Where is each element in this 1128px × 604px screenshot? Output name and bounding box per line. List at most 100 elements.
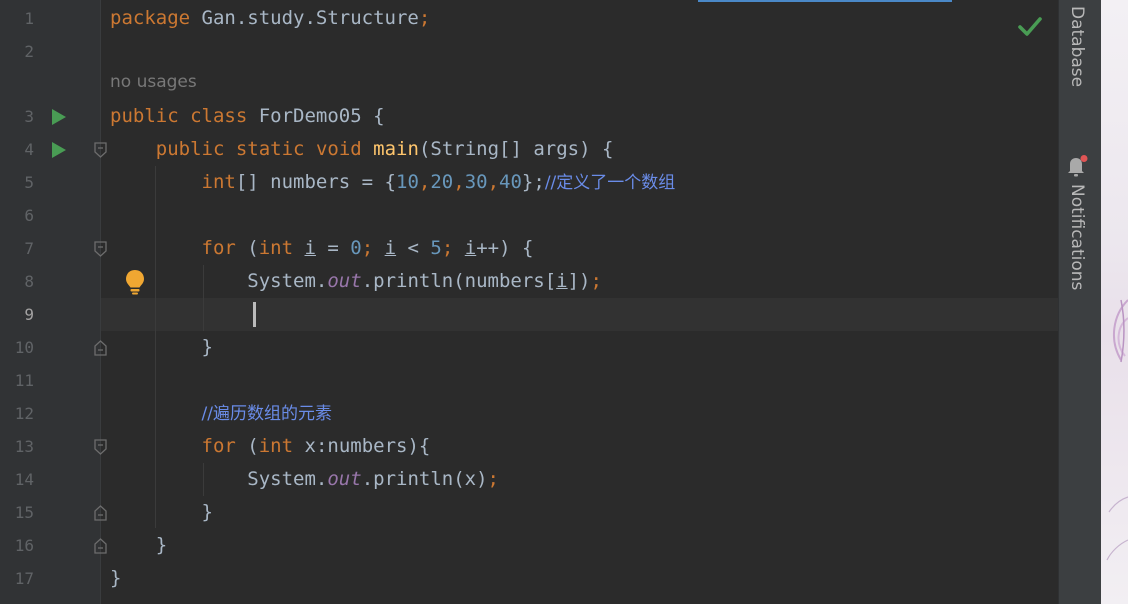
- keyword: public: [110, 105, 179, 127]
- gutter-line: 16: [0, 529, 107, 562]
- code-line-8[interactable]: System.out.println(numbers[i]);: [110, 265, 602, 298]
- line-number: 17: [14, 569, 34, 588]
- line-number: 12: [14, 404, 34, 423]
- code-line-3[interactable]: public class ForDemo05 {: [110, 100, 385, 133]
- code-comment: //遍历数组的元素: [201, 404, 332, 424]
- code-text: ++) {: [476, 237, 534, 259]
- code-line-15[interactable]: }: [110, 496, 213, 529]
- keyword: int: [258, 237, 294, 259]
- static-field: out: [327, 270, 362, 292]
- gutter-line: 9: [0, 298, 101, 331]
- code-line-17[interactable]: }: [110, 562, 121, 595]
- fold-end-icon[interactable]: [94, 505, 107, 521]
- gutter-line: 15: [0, 496, 107, 529]
- gutter-line: 7: [0, 232, 107, 265]
- line-number: 1: [24, 9, 34, 28]
- gutter-line: 6: [0, 199, 101, 232]
- run-gutter-icon[interactable]: [52, 109, 66, 125]
- number-literal: 30: [464, 171, 488, 193]
- notifications-tool-tab[interactable]: Notifications: [1067, 184, 1087, 290]
- fold-end-icon[interactable]: [94, 538, 107, 554]
- code-text: .println(numbers[: [361, 270, 557, 292]
- code-line-4[interactable]: public static void main(String[] args) {: [110, 133, 614, 166]
- method-params: (String[] args) {: [418, 138, 614, 160]
- fold-icon[interactable]: [94, 241, 107, 257]
- fold-icon[interactable]: [94, 142, 107, 158]
- semicolon: ;: [418, 7, 431, 29]
- keyword: public: [155, 138, 225, 160]
- number-literal: 10: [396, 171, 419, 193]
- gutter-line: 5: [0, 166, 101, 199]
- code-text: }: [201, 501, 213, 523]
- code-text: [] numbers = {: [235, 171, 396, 193]
- line-number: 2: [24, 42, 34, 61]
- keyword: int: [201, 171, 236, 193]
- current-line-highlight: [101, 298, 1058, 331]
- number-literal: 5: [430, 237, 442, 259]
- gutter-line: 2: [0, 35, 101, 68]
- code-editor[interactable]: 1 2 3 4 5 6 7 8 9 10 11 12 13 14 15 16 1…: [0, 0, 1058, 604]
- desktop-background: [1101, 0, 1128, 604]
- code-text: System.: [247, 270, 328, 292]
- code-text: }: [201, 336, 213, 358]
- keyword: static: [235, 138, 305, 160]
- usage-hint[interactable]: no usages: [110, 72, 197, 92]
- code-text: =: [315, 237, 351, 259]
- keyword: int: [258, 435, 294, 457]
- number-literal: 40: [499, 171, 522, 193]
- line-number: 13: [14, 437, 34, 456]
- line-number: 8: [24, 272, 34, 291]
- code-text: <: [396, 237, 431, 259]
- gutter-line: 10: [0, 331, 107, 364]
- keyword: class: [190, 105, 248, 127]
- notification-bell-icon[interactable]: [1066, 154, 1088, 178]
- number-literal: 0: [350, 237, 362, 259]
- code-line-10[interactable]: }: [110, 331, 213, 364]
- method-name: main: [373, 138, 419, 160]
- run-gutter-icon[interactable]: [52, 142, 66, 158]
- line-number: 3: [24, 107, 34, 126]
- fold-end-icon[interactable]: [94, 340, 107, 356]
- line-number-gutter[interactable]: 1 2 3 4 5 6 7 8 9 10 11 12 13 14 15 16 1…: [0, 0, 107, 604]
- line-number-active: 9: [24, 305, 34, 324]
- class-name: ForDemo05 {: [247, 105, 385, 127]
- database-tool-tab[interactable]: Database: [1067, 6, 1087, 87]
- gutter-line: 14: [0, 463, 101, 496]
- code-line-7[interactable]: for (int i = 0; i < 5; i++) {: [110, 232, 534, 265]
- code-text: }: [110, 567, 122, 589]
- code-line-16[interactable]: }: [110, 529, 167, 562]
- line-number: 15: [14, 503, 34, 522]
- line-number: 11: [14, 371, 34, 390]
- text-caret: [253, 302, 256, 327]
- code-line-1[interactable]: package Gan.study.Structure;: [110, 2, 430, 35]
- loop-variable: i: [556, 270, 568, 292]
- code-text: }: [155, 534, 168, 556]
- line-number: 10: [14, 338, 34, 357]
- keyword: for: [201, 435, 236, 457]
- loop-variable: i: [464, 237, 477, 259]
- number-literal: 20: [430, 171, 454, 193]
- code-line-13[interactable]: for (int x:numbers){: [110, 430, 431, 463]
- line-number: 16: [14, 536, 34, 555]
- line-number: 6: [24, 206, 34, 225]
- code-text: System.: [247, 468, 328, 490]
- keyword: for: [201, 237, 236, 259]
- fold-icon[interactable]: [94, 439, 107, 455]
- active-tab-indicator: [698, 0, 952, 2]
- inspection-ok-check-icon[interactable]: [1018, 16, 1042, 38]
- line-number: 14: [14, 470, 34, 489]
- code-line-12[interactable]: //遍历数组的元素: [110, 397, 332, 430]
- code-text: (: [235, 237, 259, 259]
- static-field: out: [327, 468, 362, 490]
- gutter-line: 11: [0, 364, 101, 397]
- gutter-line: 13: [0, 430, 107, 463]
- code-text: .println(x): [361, 468, 488, 490]
- line-number: 4: [24, 140, 34, 159]
- gutter-line: 4: [0, 133, 107, 166]
- right-tool-window-bar: Database Notifications: [1058, 0, 1101, 604]
- code-text: (: [235, 435, 259, 457]
- code-line-5[interactable]: int[] numbers = {10,20,30,40};//定义了一个数组: [110, 166, 676, 199]
- gutter-line: 3: [0, 100, 101, 133]
- code-line-14[interactable]: System.out.println(x);: [110, 463, 499, 496]
- code-text: ]): [567, 270, 591, 292]
